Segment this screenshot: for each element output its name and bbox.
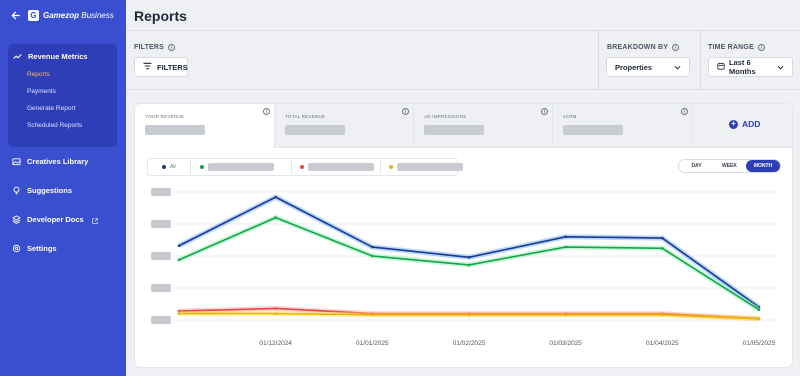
layers-icon xyxy=(12,215,21,224)
report-card: YOUR REVENUE i TOTAL REVENUE i AD IMPRES… xyxy=(134,103,793,368)
divider xyxy=(700,31,701,89)
series-point xyxy=(661,247,664,250)
x-tick-label: 01/01/2025 xyxy=(356,340,389,347)
revenue-metrics-header[interactable]: Revenue Metrics xyxy=(13,52,88,61)
series-point xyxy=(564,235,567,239)
series-point xyxy=(757,308,761,312)
x-tick-label: 01/12/2024 xyxy=(259,340,292,347)
brand-name-suffix: Business xyxy=(81,10,114,20)
series-point xyxy=(757,317,761,321)
filters-section-label: FILTERS i xyxy=(134,44,176,51)
series-point xyxy=(371,245,374,249)
trend-line-icon xyxy=(13,52,22,61)
sidebar-item-creatives-library[interactable]: Creatives Library xyxy=(12,157,88,166)
sidebar-item-reports[interactable]: Reports xyxy=(27,71,50,78)
lightbulb-icon xyxy=(12,186,21,195)
back-arrow-icon[interactable] xyxy=(10,10,20,20)
info-icon[interactable]: i xyxy=(168,44,176,51)
series-point xyxy=(274,312,277,315)
series-point xyxy=(274,307,277,310)
info-icon[interactable]: i xyxy=(757,44,765,51)
time-range-content: Last 6 Months xyxy=(717,58,777,76)
revenue-line-chart: 01/12/2024 01/01/2025 01/02/2025 01/03/2025… xyxy=(151,188,777,347)
series-point xyxy=(274,195,277,199)
filters-button-label: FILTERS xyxy=(157,62,188,72)
developer-docs-label: Developer Docs xyxy=(27,215,84,224)
sidebar-item-payments[interactable]: Payments xyxy=(27,88,56,95)
series-point xyxy=(467,255,471,259)
divider xyxy=(598,31,599,89)
suggestions-label: Suggestions xyxy=(27,186,73,195)
breakdown-section-label: BREAKDOWN BY i xyxy=(607,44,680,51)
header-divider xyxy=(126,30,800,31)
y-tick-placeholder xyxy=(151,284,171,292)
y-tick-placeholder xyxy=(151,316,171,324)
filter-lines-icon xyxy=(143,62,152,72)
series-point xyxy=(661,236,664,240)
filters-label: FILTERS xyxy=(134,44,165,51)
series-point xyxy=(564,313,567,317)
series-point xyxy=(177,312,181,315)
external-link-icon xyxy=(91,217,98,224)
series-point xyxy=(274,216,277,219)
sidebar: G Gamezop Business Revenue Metrics Repor… xyxy=(0,0,126,376)
x-tick-label: 01/02/2025 xyxy=(453,340,486,347)
sidebar-item-suggestions[interactable]: Suggestions xyxy=(12,186,72,195)
gear-icon xyxy=(12,244,21,253)
y-tick-placeholder xyxy=(151,252,171,260)
sidebar-item-scheduled-reports[interactable]: Scheduled Reports xyxy=(27,122,82,129)
chevron-down-icon xyxy=(674,63,681,72)
time-range-label: TIME RANGE xyxy=(708,44,754,51)
settings-label: Settings xyxy=(27,244,57,253)
revenue-metrics-label: Revenue Metrics xyxy=(28,52,88,61)
brand-name-main: Gamezop xyxy=(43,10,80,20)
series-point xyxy=(177,244,181,248)
series-point xyxy=(371,254,374,258)
breakdown-label: BREAKDOWN BY xyxy=(607,44,669,51)
sidebar-item-generate-report[interactable]: Generate Report xyxy=(27,105,75,112)
y-tick-placeholder xyxy=(151,188,171,196)
calendar-icon xyxy=(717,62,725,72)
x-tick-label: 01/03/2025 xyxy=(549,340,582,347)
series-point xyxy=(467,263,471,267)
page-title: Reports xyxy=(134,8,187,24)
creatives-library-label: Creatives Library xyxy=(27,157,89,166)
brand-name: Gamezop Business xyxy=(43,11,114,20)
sidebar-item-settings[interactable]: Settings xyxy=(12,244,57,253)
series-point xyxy=(661,313,664,317)
sidebar-item-developer-docs[interactable]: Developer Docs xyxy=(12,215,98,224)
brand: G Gamezop Business xyxy=(10,8,114,22)
creatives-icon xyxy=(12,157,21,166)
x-tick-label: 01/05/2025 xyxy=(743,340,776,347)
revenue-metrics-group: Revenue Metrics Reports Payments Generat… xyxy=(8,44,117,147)
series-point xyxy=(467,313,471,317)
gamezop-logo-icon: G xyxy=(28,9,39,21)
x-tick-label: 01/04/2025 xyxy=(646,340,679,347)
series-point xyxy=(564,245,567,249)
info-icon[interactable]: i xyxy=(672,44,680,51)
filters-button[interactable]: FILTERS xyxy=(134,57,188,77)
time-range-select[interactable]: Last 6 Months xyxy=(708,57,793,77)
series-point xyxy=(371,313,374,317)
breakdown-value: Properties xyxy=(615,62,653,72)
time-range-section-label: TIME RANGE i xyxy=(708,44,765,51)
breakdown-select[interactable]: Properties xyxy=(606,57,690,77)
chevron-down-icon xyxy=(777,63,784,72)
series-point xyxy=(177,258,181,262)
time-range-value: Last 6 Months xyxy=(729,58,756,76)
y-tick-placeholder xyxy=(151,220,171,228)
filters-divider xyxy=(126,89,800,90)
